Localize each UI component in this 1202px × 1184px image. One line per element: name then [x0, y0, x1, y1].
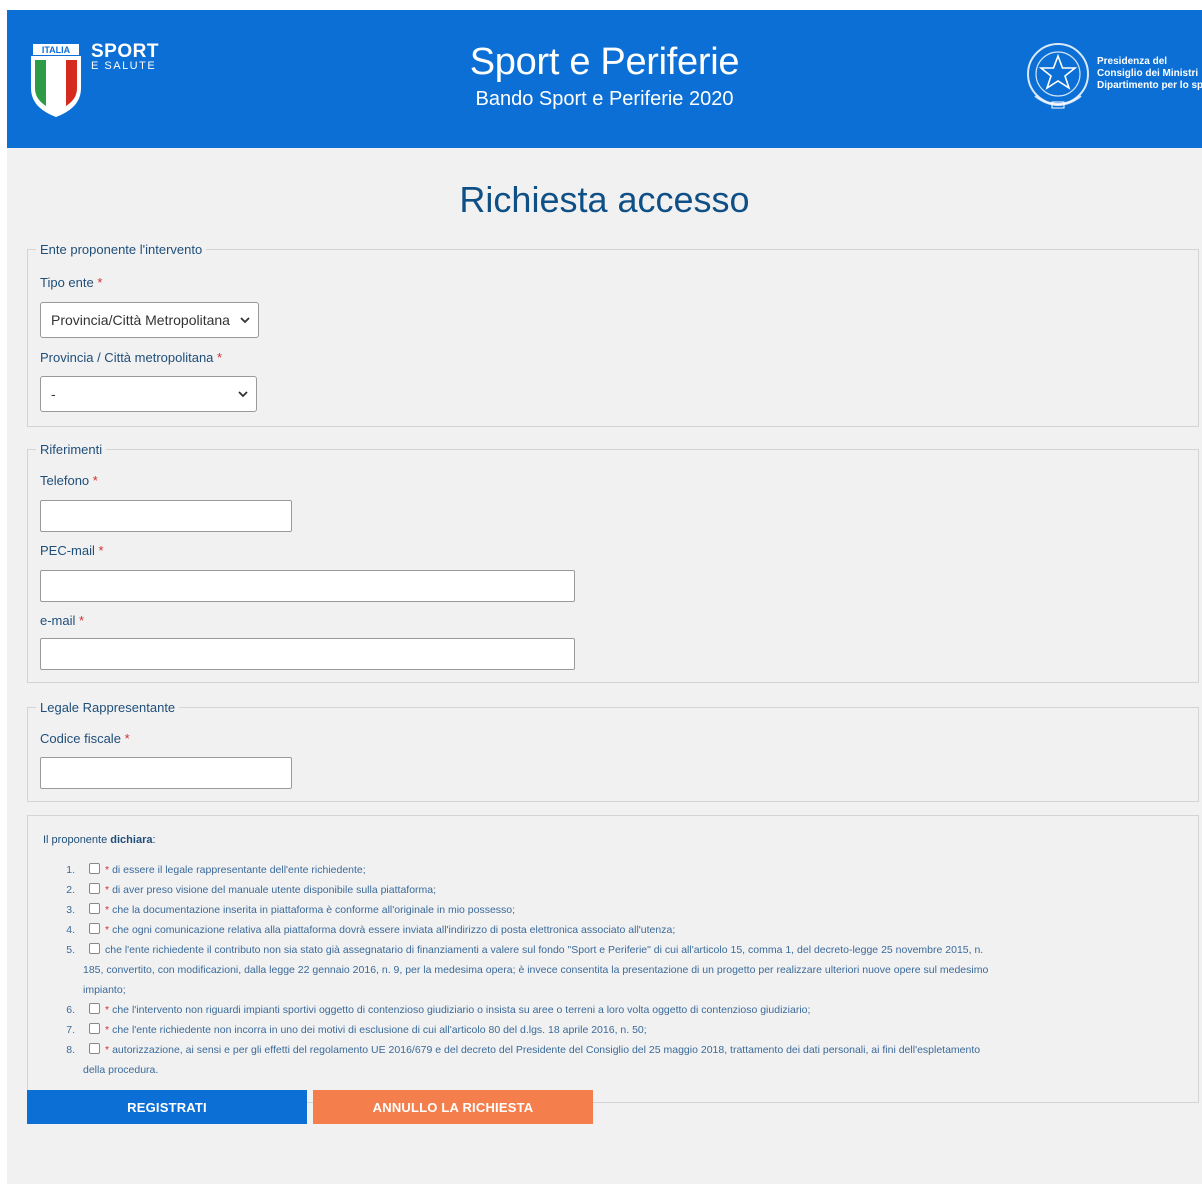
declaration-checkbox[interactable]: [89, 1043, 100, 1054]
declaration-line: impianto;: [83, 984, 126, 996]
gov-line-3: Dipartimento per lo sport: [1097, 80, 1202, 91]
declaration-item: 8. * autorizzazione, ai sensi e per gli ef…: [61, 1040, 1171, 1080]
declaration-text: * che ogni comunicazione relativa alla pi…: [83, 920, 1171, 940]
required-mark: *: [97, 275, 103, 290]
declaration-text: * autorizzazione, ai sensi e per gli effe…: [83, 1040, 1171, 1060]
required-mark: *: [105, 904, 110, 916]
declaration-text: * di essere il legale rappresentante dell…: [83, 860, 1171, 880]
section-ente-legend: Ente proponente l'intervento: [40, 242, 203, 257]
tipo-ente-value: Provincia/Città Metropolitana: [51, 312, 230, 328]
tipo-ente-select[interactable]: Provincia/Città Metropolitana: [40, 302, 259, 338]
required-mark: *: [105, 884, 110, 896]
page: ITALIA SPORT E SALUTE Sport e Periferie …: [7, 10, 1202, 1184]
declaration-text: * che l'intervento non riguardi impianti …: [83, 1000, 1171, 1020]
declaration-text: impianto;: [83, 980, 1171, 1000]
declaration-text: che l'ente richiedente il contributo non…: [83, 940, 1171, 960]
declarations-list: 1. * di essere il legale rappresentante de…: [61, 860, 1171, 1080]
section-legale-legend: Legale Rappresentante: [40, 700, 176, 715]
required-mark: *: [105, 1004, 110, 1016]
declaration-text: della procedura.: [83, 1060, 1171, 1080]
declaration-checkbox[interactable]: [89, 903, 100, 914]
site-header: ITALIA SPORT E SALUTE Sport e Periferie …: [7, 10, 1202, 148]
required-mark: *: [79, 613, 85, 628]
required-mark: *: [105, 1024, 110, 1036]
site-title-block: Sport e Periferie Bando Sport e Periferi…: [7, 40, 1202, 112]
email-input[interactable]: [40, 638, 575, 670]
declaration-line: che la documentazione inserita in piatta…: [112, 904, 516, 916]
declaration-item: 3. * che la documentazione inserita in pia…: [61, 900, 1171, 920]
section-riferimenti-legend: Riferimenti: [40, 442, 103, 457]
chevron-down-icon: [240, 317, 250, 324]
declaration-line: di essere il legale rappresentante dell'…: [112, 864, 366, 876]
email-label: e-mail *: [40, 613, 85, 628]
pec-label: PEC-mail *: [40, 543, 104, 558]
declaration-number: 1.: [66, 864, 75, 876]
declaration-line: della procedura.: [83, 1064, 159, 1076]
declaration-checkbox[interactable]: [89, 863, 100, 874]
required-mark: *: [105, 924, 110, 936]
tipo-ente-label: Tipo ente *: [40, 275, 103, 290]
declaration-line: di aver preso visione del manuale utente…: [112, 884, 437, 896]
required-mark: *: [124, 731, 130, 746]
declaration-number: 2.: [66, 884, 75, 896]
declaration-item: 5. che l'ente richiedente il contributo n…: [61, 940, 1171, 1000]
required-mark: *: [105, 1044, 110, 1056]
gov-line-1: Presidenza del: [1097, 56, 1168, 67]
gov-line-2: Consiglio dei Ministri: [1097, 68, 1199, 79]
telefono-label: Telefono *: [40, 473, 98, 488]
declaration-line: che l'ente richiedente il contributo non…: [105, 944, 984, 956]
republic-emblem-icon: [1027, 43, 1089, 109]
declaration-text: * che l'ente richiedente non incorra in u…: [83, 1020, 1171, 1040]
telefono-input[interactable]: [40, 500, 292, 532]
provincia-label: Provincia / Città metropolitana *: [40, 350, 223, 365]
declaration-number: 4.: [66, 924, 75, 936]
declaration-item: 1. * di essere il legale rappresentante de…: [61, 860, 1171, 880]
required-mark: *: [92, 473, 98, 488]
declaration-line: che l'ente richiedente non incorra in un…: [112, 1024, 647, 1036]
provincia-select[interactable]: -: [40, 376, 257, 412]
declaration-number: 7.: [66, 1024, 75, 1036]
declaration-line: 185, convertito, con modificazioni, dall…: [83, 964, 989, 976]
declaration-line: che l'intervento non riguardi impianti s…: [112, 1004, 811, 1016]
declaration-line: che ogni comunicazione relativa alla pia…: [112, 924, 676, 936]
cancel-request-button[interactable]: ANNULLO LA RICHIESTA: [313, 1090, 593, 1124]
declaration-item: 4. * che ogni comunicazione relativa alla …: [61, 920, 1171, 940]
declaration-item: 2. * di aver preso visione del manuale ute…: [61, 880, 1171, 900]
declaration-checkbox[interactable]: [89, 943, 100, 954]
declaration-text: * di aver preso visione del manuale utent…: [83, 880, 1171, 900]
declaration-checkbox[interactable]: [89, 923, 100, 934]
register-button[interactable]: REGISTRATI: [27, 1090, 307, 1124]
chevron-down-icon: [238, 391, 248, 398]
required-mark: *: [105, 864, 110, 876]
declaration-text: 185, convertito, con modificazioni, dall…: [83, 960, 1171, 980]
provincia-value: -: [51, 386, 56, 402]
required-mark: *: [217, 350, 223, 365]
declaration-line: autorizzazione, ai sensi e per gli effet…: [112, 1044, 981, 1056]
declaration-number: 8.: [66, 1044, 75, 1056]
declaration-item: 7. * che l'ente richiedente non incorra in…: [61, 1020, 1171, 1040]
declaration-checkbox[interactable]: [89, 883, 100, 894]
declaration-number: 5.: [66, 944, 75, 956]
declaration-checkbox[interactable]: [89, 1023, 100, 1034]
page-title: Richiesta accesso: [459, 179, 750, 220]
required-mark: *: [98, 543, 104, 558]
codice-fiscale-label: Codice fiscale *: [40, 731, 130, 746]
declaration-number: 3.: [66, 904, 75, 916]
declaration-number: 6.: [66, 1004, 75, 1016]
declaration-checkbox[interactable]: [89, 1003, 100, 1014]
declaration-text: * che la documentazione inserita in piatt…: [83, 900, 1171, 920]
site-title: Sport e Periferie: [469, 41, 740, 83]
declarations-intro: Il proponente dichiara:: [43, 834, 156, 846]
site-subtitle: Bando Sport e Periferie 2020: [475, 88, 734, 110]
codice-fiscale-input[interactable]: [40, 757, 292, 789]
declaration-item: 6. * che l'intervento non riguardi impiant…: [61, 1000, 1171, 1020]
gov-text: Presidenza del Consiglio dei Ministri Di…: [1097, 56, 1202, 92]
pec-input[interactable]: [40, 570, 575, 602]
